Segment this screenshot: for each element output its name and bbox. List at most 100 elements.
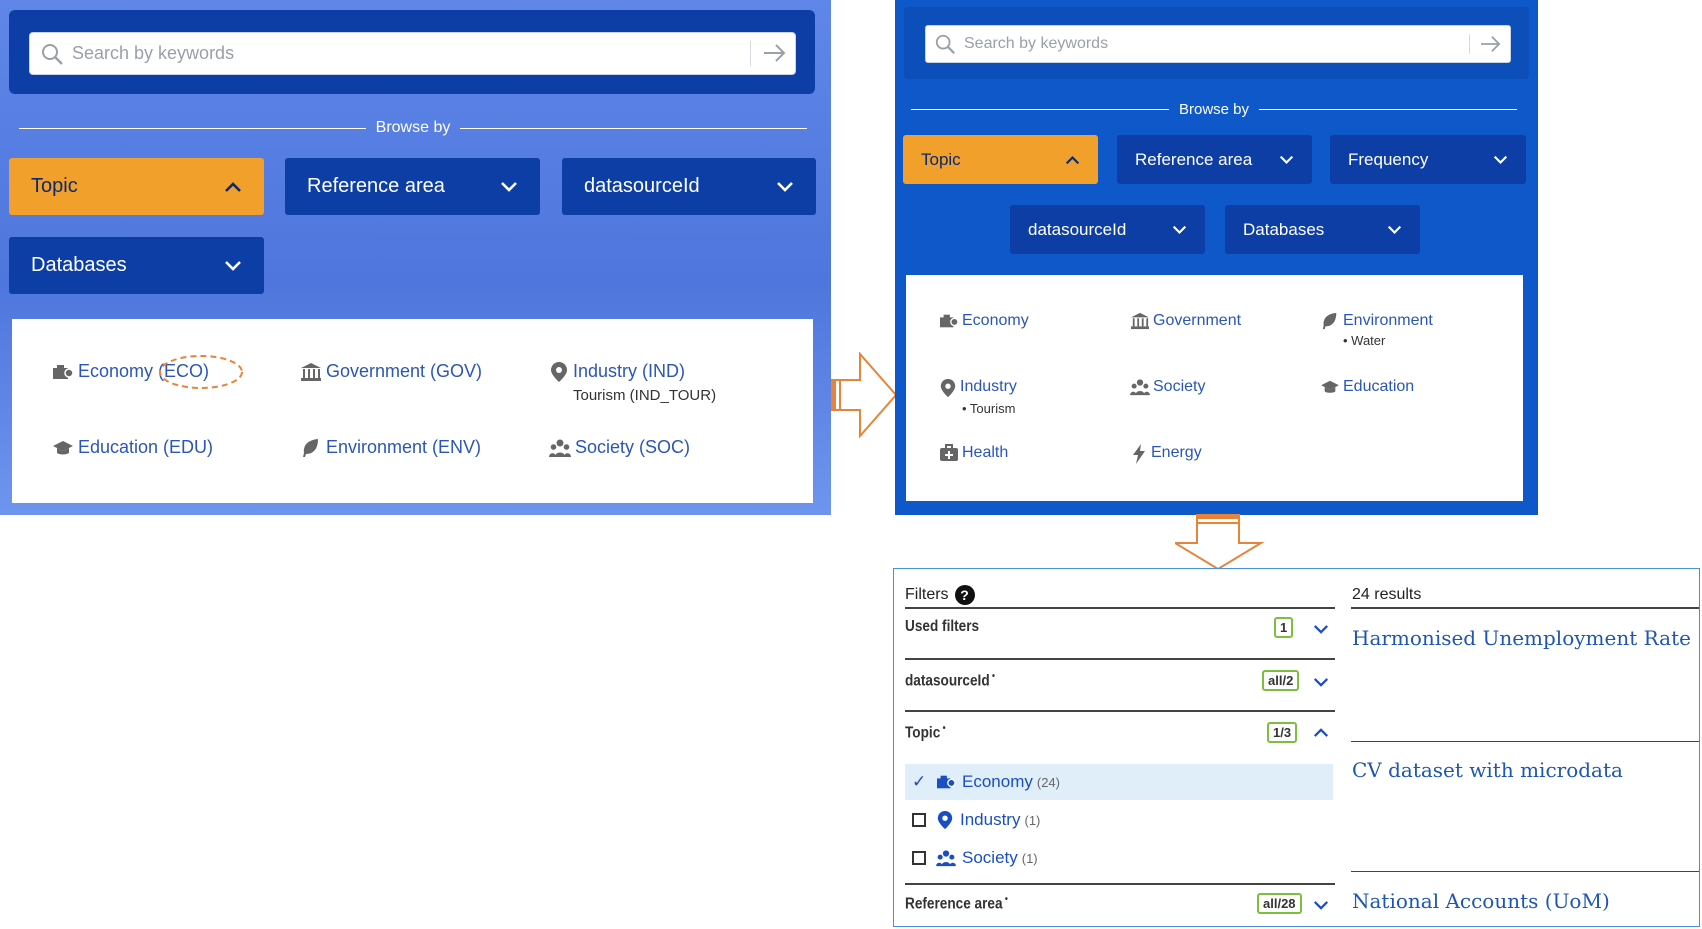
- filter-option-industry[interactable]: Industry (1): [905, 802, 1333, 838]
- filter-section-reference-area[interactable]: Reference area • all/28: [905, 883, 1335, 926]
- browse-by-heading: Browse by: [911, 101, 1517, 118]
- databases-button-label: Databases: [31, 254, 127, 276]
- filter-option-count: (1): [1021, 850, 1038, 866]
- topic-industry[interactable]: Industry • Tourism: [939, 378, 1017, 416]
- filter-section-topic[interactable]: Topic • 1/3: [905, 710, 1335, 762]
- topic-health[interactable]: Health: [939, 444, 1008, 462]
- topic-environment[interactable]: Environment • Water: [1320, 312, 1433, 348]
- reference-area-button[interactable]: Reference area: [1117, 135, 1312, 184]
- highlight-ellipse: [159, 355, 243, 389]
- filter-section-title: Used filters: [905, 618, 980, 635]
- right-browse-panel: Search by keywords Browse by Topic Refer…: [895, 0, 1538, 515]
- topic-industry[interactable]: Industry (IND) Tourism (IND_TOUR): [549, 361, 716, 404]
- datasourceid-button[interactable]: datasourceId: [562, 158, 816, 215]
- chevron-down-icon[interactable]: [1313, 624, 1329, 635]
- filter-option-economy[interactable]: ✓ Economy (24): [905, 764, 1333, 800]
- filter-count-badge: all/28: [1257, 893, 1302, 914]
- topic-industry-sublabel[interactable]: • Tourism: [962, 401, 1015, 416]
- chevron-up-icon[interactable]: [1313, 727, 1329, 738]
- people-icon: [936, 850, 956, 867]
- filter-option-count: (1): [1024, 812, 1041, 828]
- topic-economy[interactable]: Economy: [939, 312, 1029, 330]
- topic-health-label: Health: [962, 444, 1009, 461]
- lightning-icon: [1133, 444, 1145, 464]
- government-icon: [1131, 312, 1149, 330]
- topic-industry-sublabel[interactable]: Tourism (IND_TOUR): [573, 387, 716, 404]
- people-icon: [1130, 379, 1150, 396]
- filter-section-title: Reference area •: [905, 894, 1008, 913]
- topic-education[interactable]: Education (EDU): [52, 437, 213, 458]
- result-link[interactable]: Harmonised Unemployment Rate: [1352, 626, 1691, 650]
- topic-button[interactable]: Topic: [903, 135, 1098, 184]
- topic-society-label: Society: [1153, 378, 1206, 395]
- result-link[interactable]: CV dataset with microdata: [1352, 758, 1623, 782]
- arrow-right-icon[interactable]: [762, 42, 788, 64]
- chevron-down-icon: [1172, 225, 1187, 234]
- filter-section-datasourceid[interactable]: datasourceId • all/2: [905, 658, 1335, 710]
- topic-button[interactable]: Topic: [9, 158, 264, 215]
- filter-section-title: Topic •: [905, 723, 946, 742]
- filters-heading: Filters ?: [905, 585, 975, 605]
- topic-education-label: Education: [1343, 378, 1415, 395]
- chevron-down-icon[interactable]: [1313, 900, 1329, 911]
- filter-count-badge: 1: [1274, 617, 1294, 638]
- browse-by-heading: Browse by: [19, 119, 808, 137]
- topic-environment[interactable]: Environment (ENV): [300, 437, 481, 458]
- down-arrow-graphic: [1175, 514, 1265, 571]
- chevron-down-icon: [777, 181, 793, 192]
- results-count: 24 results: [1352, 586, 1422, 603]
- location-pin-icon: [551, 362, 567, 382]
- chevron-down-icon: [1387, 225, 1402, 234]
- chevron-down-icon: [1279, 155, 1294, 164]
- frequency-button[interactable]: Frequency: [1330, 135, 1526, 184]
- search-divider: [750, 41, 751, 66]
- checkmark-icon[interactable]: ✓: [912, 773, 926, 790]
- people-icon: [549, 439, 571, 457]
- topic-society[interactable]: Society (SOC): [549, 437, 690, 458]
- help-icon[interactable]: ?: [954, 585, 975, 605]
- topic-environment-sublabel[interactable]: • Water: [1343, 333, 1385, 348]
- search-input[interactable]: Search by keywords: [29, 32, 796, 75]
- search-input[interactable]: Search by keywords: [925, 25, 1511, 63]
- search-divider: [1469, 34, 1470, 54]
- topic-society-label: Society (SOC): [575, 437, 691, 457]
- topic-education[interactable]: Education: [1320, 378, 1414, 396]
- topic-environment-label: Environment (ENV): [326, 437, 482, 457]
- browse-by-label: Browse by: [1178, 101, 1250, 118]
- filter-option-label: Economy: [962, 772, 1033, 791]
- databases-button[interactable]: Databases: [9, 237, 264, 294]
- topic-society[interactable]: Society: [1130, 378, 1205, 396]
- search-icon: [935, 34, 955, 54]
- leaf-icon: [1322, 312, 1337, 330]
- topic-energy-label: Energy: [1151, 444, 1202, 461]
- topic-button-label: Topic: [31, 175, 78, 197]
- left-browse-panel: Search by keywords Browse by Topic Refer…: [0, 0, 831, 515]
- search-area: Search by keywords: [9, 10, 815, 94]
- datasourceid-button-label: datasourceId: [1028, 219, 1127, 239]
- datasourceid-button-label: datasourceId: [584, 175, 700, 197]
- search-placeholder: Search by keywords: [964, 35, 1109, 52]
- topic-government[interactable]: Government (GOV): [300, 361, 482, 382]
- datasourceid-button[interactable]: datasourceId: [1010, 205, 1205, 254]
- filter-option-society[interactable]: Society (1): [905, 840, 1333, 876]
- reference-area-button-label: Reference area: [307, 175, 445, 197]
- checkbox[interactable]: [912, 851, 926, 865]
- search-area: Search by keywords: [904, 7, 1529, 79]
- filter-option-label: Industry: [960, 810, 1021, 829]
- databases-button-label: Databases: [1243, 219, 1325, 239]
- result-link[interactable]: National Accounts (UoM): [1352, 889, 1610, 913]
- filter-section-used-filters[interactable]: Used filters 1: [905, 607, 1335, 659]
- browse-by-label: Browse by: [375, 119, 451, 136]
- chevron-down-icon[interactable]: [1313, 677, 1329, 688]
- filter-count-badge: all/2: [1262, 670, 1300, 691]
- topic-energy[interactable]: Energy: [1130, 444, 1202, 464]
- chevron-down-icon: [501, 181, 517, 192]
- arrow-right-icon[interactable]: [1479, 34, 1503, 54]
- topic-button-label: Topic: [921, 149, 961, 169]
- topic-government[interactable]: Government: [1130, 312, 1241, 330]
- topic-education-label: Education (EDU): [78, 437, 214, 457]
- economy-icon: [940, 314, 959, 328]
- checkbox[interactable]: [912, 813, 926, 827]
- reference-area-button[interactable]: Reference area: [285, 158, 540, 215]
- databases-button[interactable]: Databases: [1225, 205, 1420, 254]
